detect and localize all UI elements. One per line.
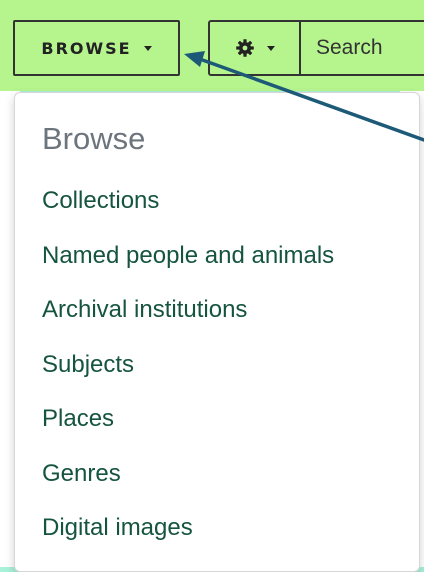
dropdown-item-archival-institutions[interactable]: Archival institutions (42, 296, 247, 324)
caret-down-icon (266, 45, 275, 51)
gear-icon (235, 39, 254, 57)
dropdown-header: Browse (42, 121, 146, 156)
dropdown-item-collections[interactable]: Collections (42, 187, 159, 215)
dropdown-item-places[interactable]: Places (42, 405, 114, 433)
browse-button-label: BROWSE (41, 38, 132, 58)
dropdown-item-digital-images[interactable]: Digital images (42, 514, 193, 542)
settings-dropdown-button[interactable] (208, 20, 301, 76)
caret-down-icon (143, 45, 152, 51)
browse-dropdown-menu: Browse Collections Named people and anim… (14, 92, 420, 572)
browse-dropdown-button[interactable]: BROWSE (13, 20, 180, 76)
search-field[interactable] (299, 20, 424, 76)
search-input[interactable] (316, 36, 424, 60)
dropdown-item-genres[interactable]: Genres (42, 460, 121, 488)
dropdown-item-named-people-and-animals[interactable]: Named people and animals (42, 242, 334, 270)
top-toolbar: BROWSE (0, 0, 424, 91)
dropdown-item-subjects[interactable]: Subjects (42, 351, 134, 379)
